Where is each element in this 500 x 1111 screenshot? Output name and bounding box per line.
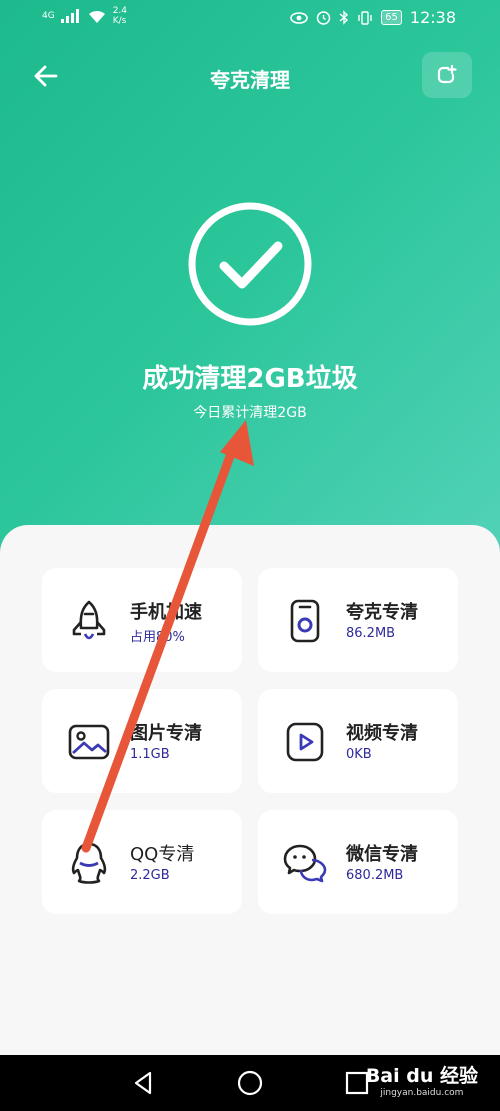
- network-type: 4G: [42, 11, 55, 21]
- card-value: 86.2MB: [346, 626, 396, 641]
- clock: 12:38: [409, 8, 456, 27]
- alarm-icon: [316, 11, 331, 25]
- hero-background: 4G 2.4 K/s 65 12:38 夸克清理 成功清理2GB垃圾 今日累计清…: [0, 0, 500, 560]
- card-name: QQ专清: [130, 844, 195, 865]
- card-value: 2.2GB: [130, 868, 170, 883]
- card-name: 微信专清: [346, 844, 418, 865]
- nav-home-icon[interactable]: [236, 1069, 264, 1097]
- battery-indicator: 65: [381, 10, 402, 25]
- card-wechat-clean[interactable]: 微信专清 680.2MB: [258, 810, 458, 914]
- status-bar: 4G 2.4 K/s 65 12:38: [0, 0, 500, 36]
- card-name: 图片专清: [130, 723, 202, 744]
- quark-icon: [290, 599, 320, 643]
- vibrate-icon: [358, 10, 372, 25]
- wechat-icon: [283, 844, 327, 883]
- feature-panel: 手机加速 占用80% 夸克专清 86.2MB 图片专清 1.1GB 视频专清 0…: [0, 525, 500, 1055]
- signal-icon: [60, 9, 79, 23]
- qq-penguin-icon: [71, 842, 107, 884]
- bluetooth-icon: [339, 10, 349, 25]
- system-nav-bar: Bai du 经验 jingyan.baidu.com: [0, 1055, 500, 1111]
- network-speed: 2.4 K/s: [112, 6, 128, 26]
- card-name: 视频专清: [346, 723, 418, 744]
- card-quark-clean[interactable]: 夸克专清 86.2MB: [258, 568, 458, 672]
- watermark-logo: Bai du 经验: [365, 1065, 478, 1087]
- rocket-icon: [72, 600, 106, 640]
- watermark-url: jingyan.baidu.com: [380, 1088, 464, 1098]
- add-to-home-icon: [437, 64, 457, 84]
- top-bar: 夸克清理: [0, 52, 500, 100]
- video-icon: [286, 722, 324, 762]
- card-name: 夸克专清: [346, 602, 418, 623]
- nav-back-icon[interactable]: [130, 1069, 158, 1097]
- card-image-clean[interactable]: 图片专清 1.1GB: [42, 689, 242, 793]
- card-name: 手机加速: [130, 602, 202, 623]
- card-value: 占用80%: [130, 630, 185, 645]
- wifi-icon: [88, 10, 105, 23]
- add-shortcut-button[interactable]: [422, 52, 472, 98]
- card-video-clean[interactable]: 视频专清 0KB: [258, 689, 458, 793]
- card-value: 1.1GB: [130, 747, 170, 762]
- card-qq-clean[interactable]: QQ专清 2.2GB: [42, 810, 242, 914]
- eye-icon: [290, 11, 308, 24]
- card-value: 680.2MB: [346, 868, 404, 883]
- card-phone-boost[interactable]: 手机加速 占用80%: [42, 568, 242, 672]
- baidu-watermark: Bai du 经验 jingyan.baidu.com: [366, 1061, 478, 1098]
- card-value: 0KB: [346, 747, 372, 762]
- result-subtitle: 今日累计清理2GB: [193, 405, 307, 421]
- result-title: 成功清理2GB垃圾: [142, 364, 358, 394]
- image-icon: [68, 724, 110, 760]
- success-check-icon: [188, 202, 312, 326]
